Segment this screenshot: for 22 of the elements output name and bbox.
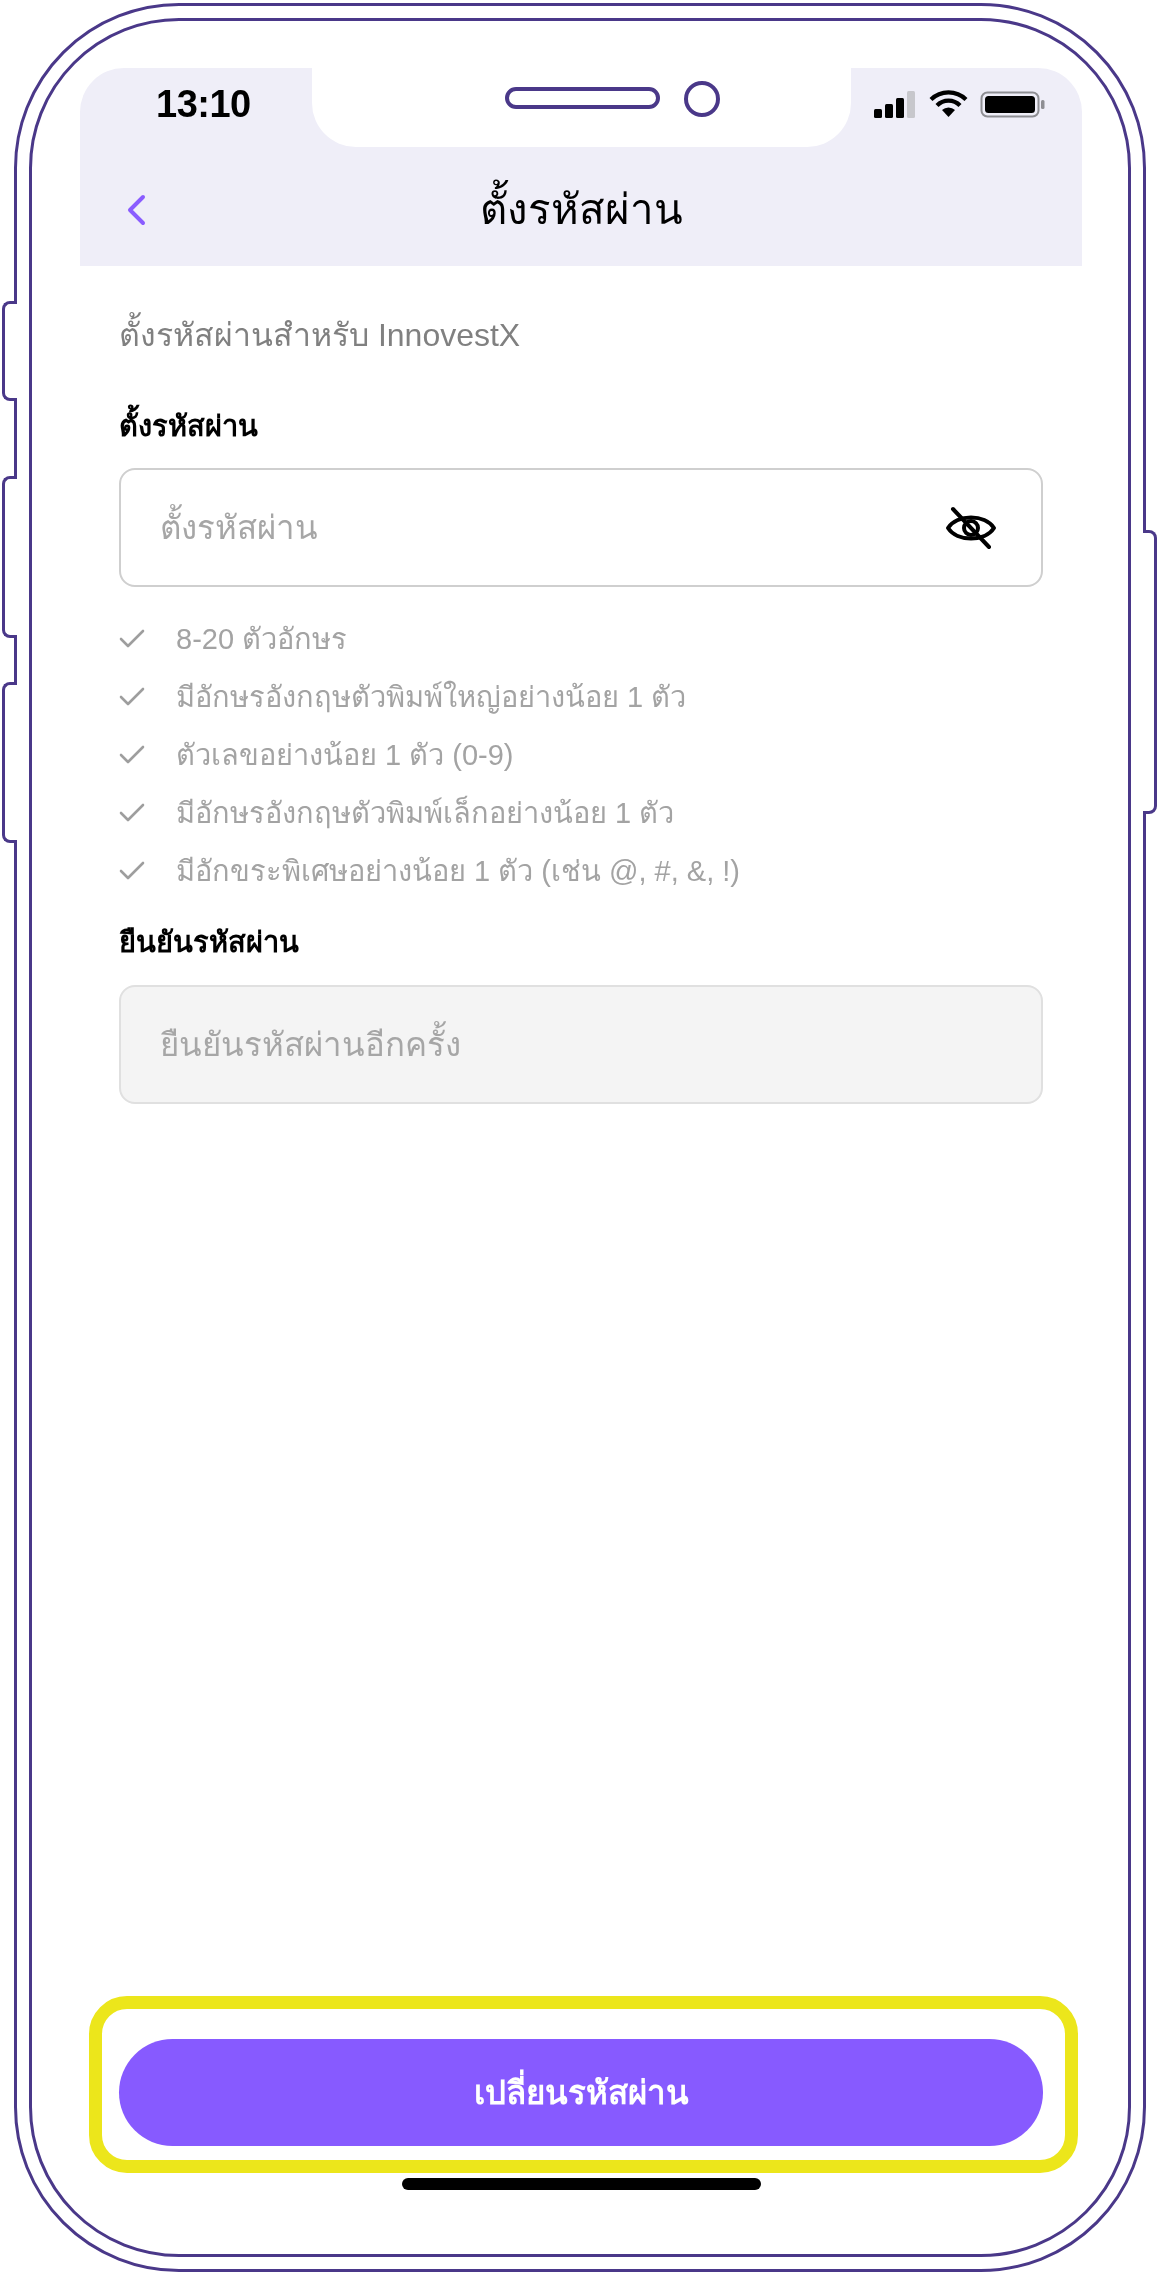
battery-icon [980,90,1045,118]
camera-icon [684,81,720,117]
password-rule: ตัวเลขอย่างน้อย 1 ตัว (0-9) [176,738,514,773]
wifi-icon [929,90,968,118]
password-rule: มีอักษรอังกฤษตัวพิมพ์เล็กอย่างน้อย 1 ตัว [176,794,675,831]
password-rule: มีอักขระพิเศษอย่างน้อย 1 ตัว (เช่น @, #, &, !) [176,854,740,889]
show-password-button[interactable] [945,506,997,550]
status-time: 13:10 [156,85,251,123]
speaker-icon [505,87,660,109]
check-icon [119,803,145,823]
check-icon [119,745,145,765]
change-password-button[interactable]: เปลี่ยนรหัสผ่าน [119,2039,1043,2146]
back-chevron-icon [126,194,146,226]
password-rule: 8-20 ตัวอักษร [176,622,348,657]
signal-icon [874,90,917,118]
password-rule: มีอักษรอังกฤษตัวพิมพ์ใหญ่อย่างน้อย 1 ตัว [176,679,687,716]
check-icon [119,687,145,707]
confirm-password-field-label: ยืนยันรหัสผ่าน [119,925,300,960]
eye-slash-icon [945,506,997,550]
password-field[interactable]: ตั้งรหัสผ่าน [119,468,1043,587]
check-icon [119,629,145,649]
check-icon [119,861,145,881]
